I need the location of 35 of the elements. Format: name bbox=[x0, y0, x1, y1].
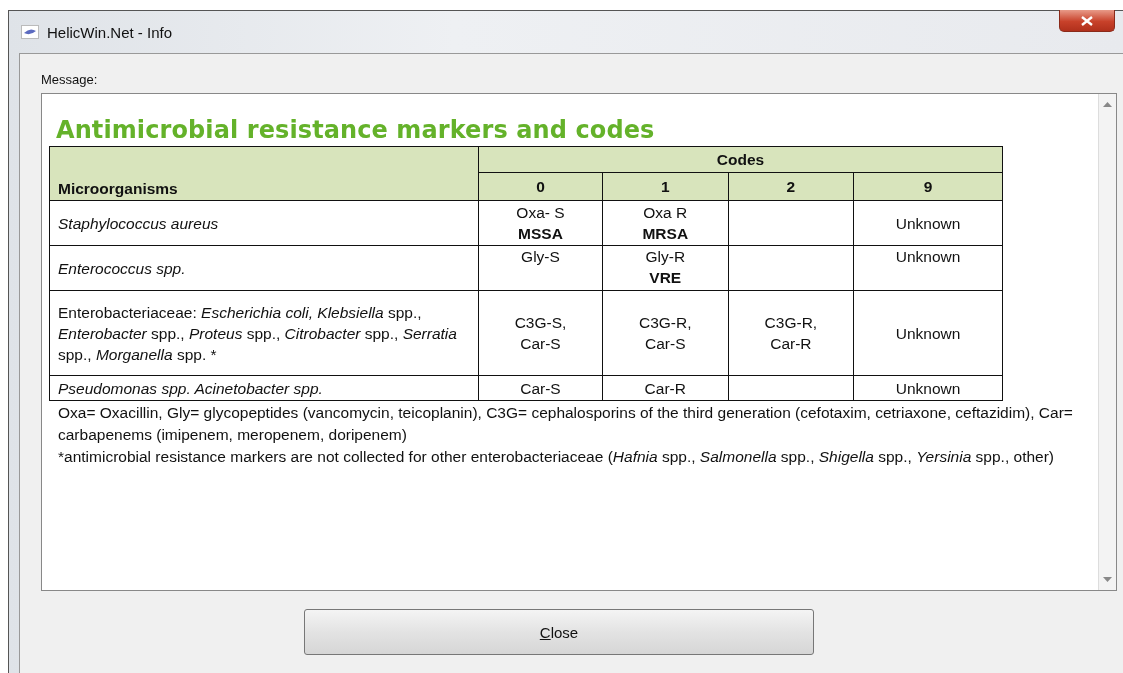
close-button[interactable] bbox=[1059, 10, 1115, 32]
scroll-up-icon bbox=[1103, 102, 1112, 108]
table-cell: Enterococcus spp. bbox=[49, 245, 479, 291]
table-header: 1 bbox=[602, 172, 729, 201]
footnote-text: Oxa= Oxacillin, Gly= glycopeptides (vancomycin, teicoplanin), C3G= cephalosporins of the third generation (cefotaxim, cetriaxone, ceftazidim), Car= carbapenems (imipenem, meropenem, doripenem) bbox=[58, 403, 1074, 445]
table-header: 9 bbox=[853, 172, 1003, 201]
scrollbar[interactable] bbox=[1098, 94, 1116, 590]
document-heading: Antimicrobial resistance markers and codes bbox=[56, 116, 656, 144]
table-cell: Unknown bbox=[853, 245, 1003, 291]
table-cell: Pseudomonas spp. Acinetobacter spp. bbox=[49, 375, 479, 401]
table-cell: Unknown bbox=[853, 290, 1003, 376]
close-icon bbox=[1081, 15, 1093, 26]
message-label: Message: bbox=[41, 72, 99, 87]
table-header: 2 bbox=[728, 172, 854, 201]
table-header: 0 bbox=[478, 172, 603, 201]
table-cell: Unknown bbox=[853, 375, 1003, 401]
footnote-text: *antimicrobial resistance markers are not collected for other enterobacteriaceae (Hafnia spp., Salmonella spp., Shigella spp., Yersinia spp., other) bbox=[58, 447, 1055, 467]
table-cell: Car-S bbox=[478, 375, 603, 401]
table-cell: C3G-R, Car-R bbox=[728, 290, 854, 376]
table-cell: C3G-R, Car-S bbox=[602, 290, 729, 376]
table-cell: Oxa- S MSSA bbox=[478, 200, 603, 246]
table-header: Microorganisms bbox=[49, 146, 479, 201]
table-cell: C3G-S, Car-S bbox=[478, 290, 603, 376]
table-cell: Staphylococcus aureus bbox=[49, 200, 479, 246]
table-cell: Gly-R VRE bbox=[602, 245, 729, 291]
app-icon bbox=[21, 25, 39, 39]
table-header: Codes bbox=[478, 146, 1003, 173]
table-cell: Enterobacteriaceae: Escherichia coli, Klebsiella spp., Enterobacter spp., Proteus spp., Citrobacter spp., Serratia spp., Morganella spp. * bbox=[49, 290, 479, 376]
table-cell: Gly-S bbox=[478, 245, 603, 291]
table-cell: Oxa R MRSA bbox=[602, 200, 729, 246]
table-cell: Car-R bbox=[602, 375, 729, 401]
table-cell: Unknown bbox=[853, 200, 1003, 246]
close-dialog-button[interactable]: Close bbox=[304, 609, 814, 655]
scroll-down-icon bbox=[1103, 576, 1112, 582]
window-title: HelicWin.Net - Info bbox=[47, 23, 173, 41]
